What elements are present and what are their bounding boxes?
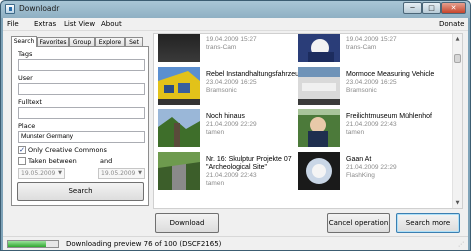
and-label: and: [100, 157, 113, 165]
tags-input[interactable]: [18, 59, 145, 71]
tags-label: Tags: [18, 50, 33, 58]
result-author: trans-Cam: [206, 44, 237, 51]
result-title: Rebel Instandhaltungsfahrzeug: [206, 71, 303, 78]
taken-between-checkbox[interactable]: [18, 157, 26, 165]
result-author: trans-Cam: [346, 44, 377, 51]
result-title-line2: "Archeological Site": [206, 164, 268, 171]
menu-file[interactable]: File: [7, 20, 19, 28]
creative-commons-label: Only Creative Commons: [28, 146, 107, 154]
result-date: 19.04.2009 15:27: [206, 36, 257, 43]
maximize-button[interactable]: □: [422, 2, 441, 14]
result-item[interactable]: Rebel Instandhaltungsfahrzeug 23.04.2009…: [154, 67, 304, 107]
results-list: 19.04.2009 15:27 trans-Cam 19.04.2009 15…: [153, 33, 463, 209]
result-thumbnail[interactable]: [298, 152, 340, 190]
result-thumbnail[interactable]: [158, 34, 200, 62]
fulltext-label: Fulltext: [18, 98, 42, 106]
result-date: 21.04.2009 22:43: [206, 172, 257, 179]
result-item[interactable]: Nr. 16: Skulptur Projekte 07 "Archeologi…: [154, 152, 304, 192]
window-title: Downloadr: [19, 4, 60, 13]
scroll-thumb[interactable]: [454, 54, 461, 63]
result-title: Mormoce Measuring Vehicle: [346, 71, 435, 78]
menu-extras[interactable]: Extras: [34, 20, 56, 28]
resize-grip-icon[interactable]: ⋰: [458, 241, 466, 249]
status-text: Downloading preview 76 of 100 (DSCF2165): [66, 240, 222, 248]
result-author: Bramsonic: [346, 87, 377, 94]
close-button[interactable]: ✕: [441, 2, 466, 14]
result-thumbnail[interactable]: [298, 34, 340, 62]
date-from-picker[interactable]: 19.05.2009 ▼: [18, 168, 65, 179]
result-author: Bramsonic: [206, 87, 237, 94]
date-to-picker[interactable]: 19.05.2009 ▼: [98, 168, 145, 179]
result-date: 19.04.2009 15:27: [346, 36, 397, 43]
result-item[interactable]: Noch hinaus 21.04.2009 22:29 tamen: [154, 109, 304, 149]
chevron-down-icon: ▼: [58, 170, 62, 176]
result-date: 21.04.2009 22:29: [346, 164, 397, 171]
download-selected-button[interactable]: Download selected: [155, 213, 219, 245]
result-thumbnail[interactable]: [158, 109, 200, 147]
result-title: Noch hinaus: [206, 113, 245, 120]
download-progress-bar: [7, 240, 59, 248]
cancel-operation-button[interactable]: Cancel operation: [327, 213, 390, 233]
result-item[interactable]: Freilichtmuseum Mühlenhof 21.04.2009 22:…: [294, 109, 444, 149]
date-to-value: 19.05.2009: [101, 170, 136, 177]
result-date: 21.04.2009 22:43: [346, 121, 397, 128]
chevron-down-icon: ▼: [138, 170, 142, 176]
creative-commons-checkbox[interactable]: ✓: [18, 146, 26, 154]
progress-fill: [8, 241, 46, 247]
user-label: User: [18, 74, 33, 82]
taken-between-label: Taken between: [28, 157, 77, 165]
place-label: Place: [18, 122, 36, 130]
result-thumbnail[interactable]: [298, 109, 340, 147]
search-more-button[interactable]: Search more: [396, 213, 460, 233]
result-date: 21.04.2009 22:29: [206, 121, 257, 128]
result-title: Nr. 16: Skulptur Projekte 07: [206, 156, 292, 163]
result-date: 23.04.2009 16:25: [206, 79, 257, 86]
main-area: Search Favorites Group Explore Set Tags …: [3, 31, 468, 250]
minimize-button[interactable]: ─: [403, 2, 422, 14]
scroll-down-icon[interactable]: ▼: [454, 199, 461, 207]
result-item[interactable]: Mormoce Measuring Vehicle 23.04.2009 16:…: [294, 67, 444, 107]
date-from-value: 19.05.2009: [21, 170, 56, 177]
app-window: Downloadr ─ □ ✕ File Extras List View Ab…: [0, 0, 471, 251]
user-input[interactable]: [18, 83, 145, 95]
result-title: Gaan At: [346, 156, 372, 163]
result-author: tamen: [206, 180, 225, 187]
result-item[interactable]: 19.04.2009 15:27 trans-Cam: [294, 34, 444, 64]
tab-search[interactable]: Search: [11, 36, 37, 47]
result-thumbnail[interactable]: [298, 67, 340, 105]
result-author: tamen: [346, 129, 365, 136]
result-item[interactable]: 19.04.2009 15:27 trans-Cam: [154, 34, 304, 64]
menu-bar: File Extras List View About Donate: [3, 18, 468, 31]
menu-donate[interactable]: Donate: [439, 20, 464, 28]
result-title: Freilichtmuseum Mühlenhof: [346, 113, 432, 120]
scroll-up-icon[interactable]: ▲: [454, 35, 461, 43]
menu-about[interactable]: About: [101, 20, 122, 28]
title-bar: Downloadr ─ □ ✕: [1, 1, 470, 18]
menu-list-view[interactable]: List View: [64, 20, 95, 28]
search-button[interactable]: Search: [17, 182, 144, 201]
fulltext-input[interactable]: [18, 107, 145, 119]
result-thumbnail[interactable]: [158, 152, 200, 190]
check-icon: ✓: [19, 146, 25, 154]
result-date: 23.04.2009 16:25: [346, 79, 397, 86]
place-input[interactable]: Munster Germany: [18, 131, 145, 143]
app-icon: [5, 4, 15, 14]
results-scrollbar[interactable]: ▲ ▼: [452, 34, 462, 208]
status-bar: Downloading preview 76 of 100 (DSCF2165)…: [3, 236, 468, 250]
result-item[interactable]: Gaan At 21.04.2009 22:29 FlashKing: [294, 152, 444, 192]
result-author: FlashKing: [346, 172, 375, 179]
result-thumbnail[interactable]: [158, 67, 200, 105]
result-author: tamen: [206, 129, 225, 136]
